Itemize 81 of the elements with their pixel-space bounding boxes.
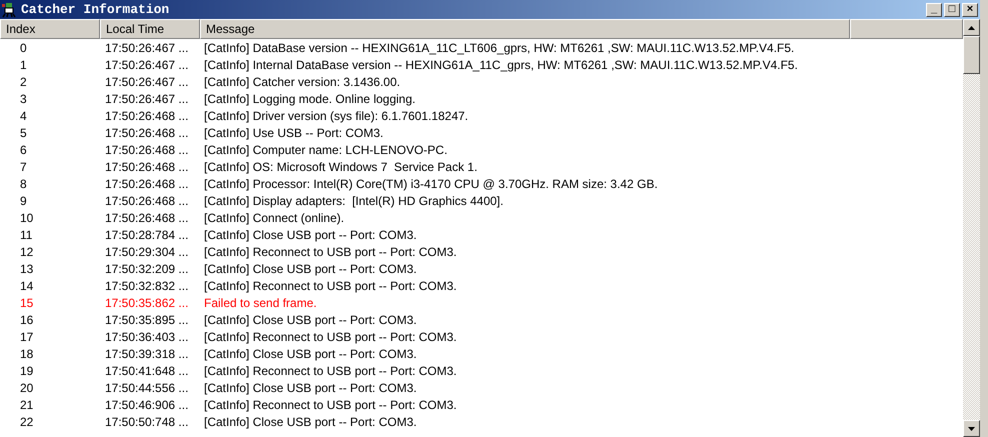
table-cell-text: 16: [19, 312, 34, 329]
table-cell-text: 17:50:26:467 ...: [104, 74, 190, 91]
down-arrow-icon: [968, 426, 975, 430]
table-cell-text: 13: [19, 261, 34, 278]
table-cell-text: 17:50:26:467 ...: [104, 57, 190, 74]
table-cell-text: 17: [19, 329, 34, 346]
table-cell-text: 17:50:26:468 ...: [104, 210, 190, 227]
table-cell-text: 17:50:26:468 ...: [104, 176, 190, 193]
table-cell-text: [CatInfo] Close USB port -- Port: COM3.: [203, 227, 417, 244]
table-cell-text: 17:50:26:467 ...: [104, 40, 190, 57]
scroll-thumb[interactable]: [963, 36, 980, 74]
table-cell-text: 3: [19, 91, 28, 108]
column-header[interactable]: Index: [0, 19, 100, 39]
window-title: Catcher Information: [21, 2, 170, 17]
table-cell-text: 17:50:28:784 ...: [104, 227, 190, 244]
table-cell-text: [CatInfo] Reconnect to USB port -- Port: COM3.: [203, 329, 457, 346]
table-cell-text: 17:50:26:468 ...: [104, 159, 190, 176]
table-cell-text: 17:50:35:895 ...: [104, 312, 190, 329]
table-cell-text: [CatInfo] Close USB port -- Port: COM3.: [203, 261, 417, 278]
bug-figure-icon: [2, 2, 18, 18]
table-cell-text: 10: [19, 210, 34, 227]
table-cell-text: 11: [19, 227, 34, 244]
table-cell-text: 17:50:26:468 ...: [104, 108, 190, 125]
table-cell-text: 22: [19, 414, 34, 431]
table-cell-text: 17:50:44:556 ...: [104, 380, 190, 397]
minimize-button[interactable]: _: [926, 2, 942, 16]
table-cell-text: 7: [19, 159, 28, 176]
table-cell-text: 14: [19, 278, 34, 295]
table-cell-text: 17:50:26:468 ...: [104, 142, 190, 159]
table-cell-text: 2: [19, 74, 28, 91]
table-cell-text: 17:50:39:318 ...: [104, 346, 190, 363]
table-cell-text: 21: [19, 397, 34, 414]
table-cell-text: 17:50:32:832 ...: [104, 278, 190, 295]
table-cell-text: [CatInfo] Connect (online).: [203, 210, 344, 227]
table-cell-text: 17:50:46:906 ...: [104, 397, 190, 414]
table-cell-text: [CatInfo] Close USB port -- Port: COM3.: [203, 312, 417, 329]
table-cell-text: Failed to send frame.: [203, 295, 317, 312]
table-cell-text: 17:50:29:304 ...: [104, 244, 190, 261]
table-cell-text: 12: [19, 244, 34, 261]
maximize-button[interactable]: □: [944, 2, 960, 16]
table-cell-text: 4: [19, 108, 28, 125]
table-cell-text: [CatInfo] DataBase version -- HEXING61A_11C_LT606_gprs, HW: MT6261 ,SW: MAUI.11C.W13.52.MP.V4.F5.: [203, 40, 794, 57]
table-cell-text: 17:50:26:467 ...: [104, 91, 190, 108]
table-cell-text: [CatInfo] Driver version (sys file): 6.1.7601.18247.: [203, 108, 468, 125]
table-cell-text: 17:50:26:468 ...: [104, 125, 190, 142]
table-cell-text: [CatInfo] Close USB port -- Port: COM3.: [203, 380, 417, 397]
close-button[interactable]: ×: [962, 2, 978, 16]
table-cell-text: 20: [19, 380, 34, 397]
table-cell-text: [CatInfo] Logging mode. Online logging.: [203, 91, 416, 108]
table-cell-text: 17:50:36:403 ...: [104, 329, 190, 346]
table-cell-text: 17:50:41:648 ...: [104, 363, 190, 380]
table-cell-text: 6: [19, 142, 28, 159]
table-cell-text: [CatInfo] Close USB port -- Port: COM3.: [203, 346, 417, 363]
column-header[interactable]: Local Time: [100, 19, 200, 39]
up-arrow-icon: [968, 26, 975, 30]
table-cell-text: 0: [19, 40, 28, 57]
table-cell-text: 1: [19, 57, 28, 74]
table-cell-text: [CatInfo] Processor: Intel(R) Core(TM) i3-4170 CPU @ 3.70GHz. RAM size: 3.42 GB.: [203, 176, 658, 193]
table-cell-text: 17:50:26:468 ...: [104, 193, 190, 210]
table-cell-text: 17:50:32:209 ...: [104, 261, 190, 278]
table-cell-text: 9: [19, 193, 28, 210]
table-cell-text: [CatInfo] Close USB port -- Port: COM3.: [203, 414, 417, 431]
table-cell-text: 15: [19, 295, 34, 312]
table-cell-text: [CatInfo] Display adapters: [Intel(R) HD Graphics 4400].: [203, 193, 504, 210]
table-cell-text: [CatInfo] Computer name: LCH-LENOVO-PC.: [203, 142, 448, 159]
table-cell-text: 5: [19, 125, 28, 142]
table-cell-text: 8: [19, 176, 28, 193]
table-cell-text: [CatInfo] Reconnect to USB port -- Port: COM3.: [203, 244, 457, 261]
table-cell-text: [CatInfo] Use USB -- Port: COM3.: [203, 125, 384, 142]
table-cell-text: [CatInfo] Reconnect to USB port -- Port: COM3.: [203, 397, 457, 414]
table-cell-text: 18: [19, 346, 34, 363]
table-cell-text: 19: [19, 363, 34, 380]
table-cell-text: 17:50:35:862 ...: [104, 295, 190, 312]
table-cell-text: [CatInfo] Catcher version: 3.1436.00.: [203, 74, 400, 91]
table-cell-text: 17:50:50:748 ...: [104, 414, 190, 431]
table-cell-text: [CatInfo] OS: Microsoft Windows 7 Service Pack 1.: [203, 159, 478, 176]
table-cell-text: [CatInfo] Internal DataBase version -- HEXING61A_11C_gprs, HW: MT6261 ,SW: MAUI.11C.W13.52.MP.V4.F5.: [203, 57, 798, 74]
column-header[interactable]: Message: [200, 19, 850, 39]
table-cell-text: [CatInfo] Reconnect to USB port -- Port: COM3.: [203, 278, 457, 295]
scroll-bar[interactable]: [963, 19, 980, 437]
table-cell-text: [CatInfo] Reconnect to USB port -- Port: COM3.: [203, 363, 457, 380]
